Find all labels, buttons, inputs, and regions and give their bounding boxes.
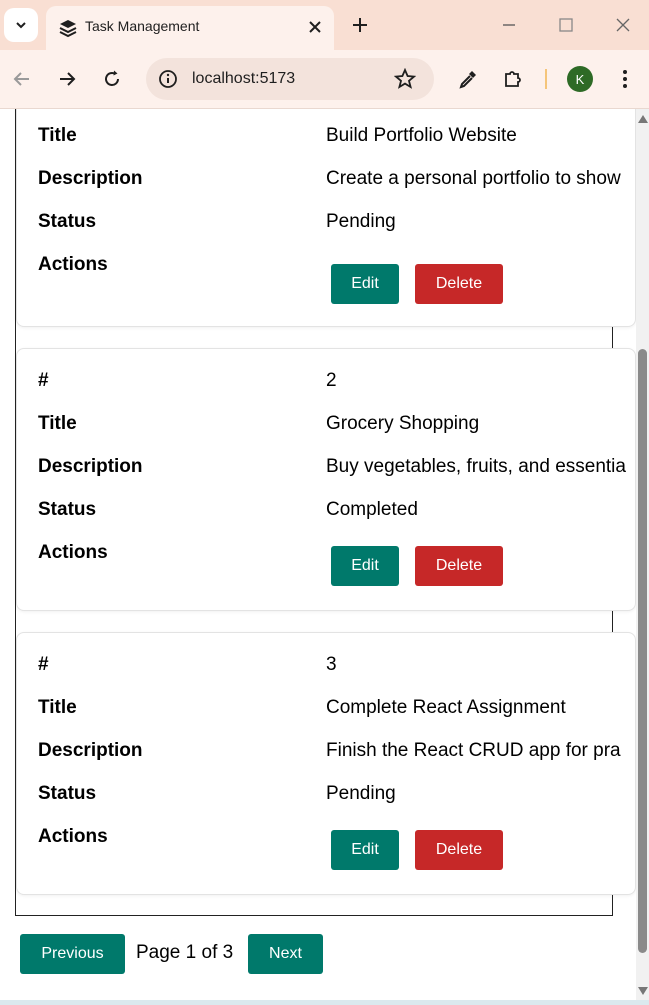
task-title-row: Title Complete React Assignment — [17, 693, 635, 723]
pagination: Previous Page 1 of 3 Next — [0, 932, 649, 976]
task-description-row: Description Buy vegetables, fruits, and … — [17, 452, 635, 482]
scrollbar-thumb[interactable] — [638, 349, 647, 953]
close-icon — [309, 21, 321, 33]
browser-tab-strip: Task Management — [0, 0, 649, 50]
edit-button[interactable]: Edit — [331, 264, 399, 304]
edit-button[interactable]: Edit — [331, 830, 399, 870]
page-indicator: Page 1 of 3 — [136, 942, 234, 963]
reload-icon — [105, 70, 119, 86]
next-page-button[interactable]: Next — [248, 934, 323, 974]
minimize-icon — [503, 24, 515, 26]
task-status-row: Status Pending — [17, 779, 635, 809]
task-id-row: # 2 — [17, 366, 635, 396]
address-bar[interactable]: localhost:5173 — [146, 58, 434, 100]
arrow-right-icon — [60, 72, 76, 86]
status-label: Status — [38, 499, 97, 520]
task-title-row: Title Build Portfolio Website — [17, 121, 635, 151]
browser-menu-button[interactable] — [613, 67, 637, 91]
edit-button[interactable]: Edit — [331, 546, 399, 586]
task-card: Title Build Portfolio Website Descriptio… — [16, 109, 636, 327]
task-id: 3 — [326, 654, 337, 675]
task-id: 2 — [326, 370, 337, 391]
browser-toolbar: localhost:5173 K — [0, 50, 649, 109]
tab-search-button[interactable] — [4, 8, 38, 42]
task-description: Buy vegetables, fruits, and essentia — [326, 456, 626, 477]
task-description-row: Description Create a personal portfolio … — [17, 164, 635, 194]
task-status: Pending — [326, 783, 396, 804]
back-button[interactable] — [10, 67, 34, 91]
id-label: # — [38, 654, 49, 675]
tab-title: Task Management — [85, 18, 200, 34]
task-title-row: Title Grocery Shopping — [17, 409, 635, 439]
title-label: Title — [38, 125, 77, 146]
scroll-up-arrow[interactable] — [638, 115, 648, 123]
more-vertical-icon — [623, 70, 627, 88]
profile-avatar[interactable]: K — [567, 66, 593, 92]
scroll-down-arrow[interactable] — [638, 987, 648, 995]
vertical-scrollbar[interactable] — [636, 109, 649, 1005]
layers-icon — [59, 20, 77, 38]
title-label: Title — [38, 697, 77, 718]
puzzle-icon — [505, 71, 521, 87]
task-actions-row: Actions Edit Delete — [17, 538, 635, 588]
toolbar-divider — [545, 69, 547, 89]
actions-label: Actions — [38, 826, 108, 847]
actions-label: Actions — [38, 542, 108, 563]
arrow-left-icon — [13, 72, 29, 86]
task-title: Grocery Shopping — [326, 413, 480, 434]
eyedropper-extension-button[interactable] — [456, 67, 480, 91]
plus-icon — [353, 18, 367, 32]
delete-button[interactable]: Delete — [415, 546, 503, 586]
page-viewport: Title Build Portfolio Website Descriptio… — [0, 109, 649, 1005]
eyedropper-icon — [459, 71, 476, 89]
title-label: Title — [38, 413, 77, 434]
browser-tab[interactable]: Task Management — [46, 6, 334, 50]
url-text[interactable]: localhost:5173 — [192, 70, 295, 88]
extensions-button[interactable] — [501, 67, 525, 91]
status-label: Status — [38, 211, 97, 232]
reload-button[interactable] — [100, 67, 124, 91]
task-description: Create a personal portfolio to show — [326, 168, 621, 189]
task-title: Build Portfolio Website — [326, 125, 517, 146]
minimize-button[interactable] — [499, 15, 519, 35]
forward-button[interactable] — [55, 67, 79, 91]
task-status: Completed — [326, 499, 418, 520]
id-label: # — [38, 370, 49, 391]
description-label: Description — [38, 456, 143, 477]
task-description-row: Description Finish the React CRUD app fo… — [17, 736, 635, 766]
close-window-icon — [616, 18, 630, 32]
task-description: Finish the React CRUD app for pra — [326, 740, 621, 761]
star-icon[interactable] — [394, 68, 416, 90]
description-label: Description — [38, 740, 143, 761]
task-id-row: # 3 — [17, 650, 635, 680]
site-info-icon[interactable] — [158, 69, 178, 89]
tab-close-button[interactable] — [304, 16, 326, 38]
chevron-down-icon — [16, 22, 26, 29]
actions-label: Actions — [38, 254, 108, 275]
task-title: Complete React Assignment — [326, 697, 566, 718]
task-card: # 3 Title Complete React Assignment Desc… — [16, 632, 636, 895]
task-actions-row: Actions Edit Delete — [17, 822, 635, 872]
delete-button[interactable]: Delete — [415, 830, 503, 870]
task-status: Pending — [326, 211, 396, 232]
maximize-icon — [559, 18, 573, 32]
task-status-row: Status Completed — [17, 495, 635, 525]
task-status-row: Status Pending — [17, 207, 635, 237]
new-tab-button[interactable] — [349, 14, 371, 36]
maximize-button[interactable] — [556, 15, 576, 35]
task-actions-row: Actions Edit Delete — [17, 250, 635, 304]
close-window-button[interactable] — [613, 15, 633, 35]
window-bottom-edge — [0, 1000, 649, 1005]
previous-page-button[interactable]: Previous — [20, 934, 125, 974]
task-card: # 2 Title Grocery Shopping Description B… — [16, 348, 636, 611]
description-label: Description — [38, 168, 143, 189]
status-label: Status — [38, 783, 97, 804]
delete-button[interactable]: Delete — [415, 264, 503, 304]
